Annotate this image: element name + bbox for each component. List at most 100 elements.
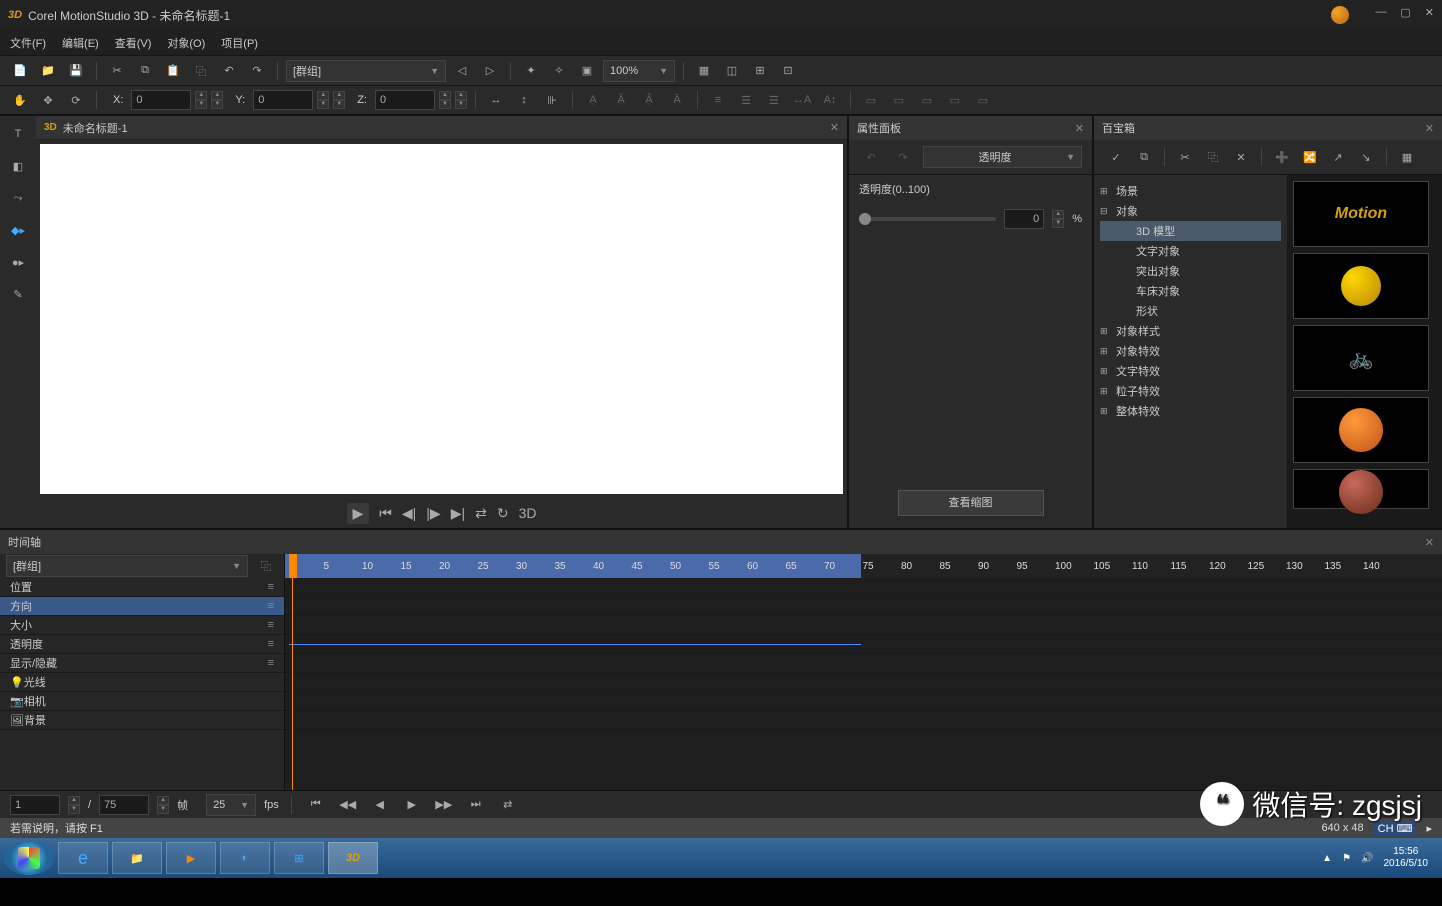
tree-obj-fx[interactable]: ⊞对象特效 bbox=[1100, 341, 1281, 361]
playhead[interactable] bbox=[289, 554, 297, 578]
thumbnail-4[interactable] bbox=[1293, 397, 1429, 463]
menu-view[interactable]: 查看(V) bbox=[115, 35, 152, 51]
track-light[interactable]: 💡 光线 bbox=[0, 673, 284, 692]
txt4-icon[interactable]: Ā bbox=[665, 89, 689, 111]
tree-global-fx[interactable]: ⊞整体特效 bbox=[1100, 401, 1281, 421]
frame-spinner[interactable]: ▲▼ bbox=[68, 796, 80, 814]
timeline-tracks-area[interactable]: 1510152025303540455055606570758085909510… bbox=[285, 554, 1442, 790]
close-button[interactable]: ✕ bbox=[1425, 6, 1434, 24]
property-dropdown[interactable]: 透明度 ▼ bbox=[923, 146, 1082, 168]
tray-datetime[interactable]: 15:56 2016/5/10 bbox=[1384, 846, 1429, 870]
txt1-icon[interactable]: Ạ bbox=[581, 89, 605, 111]
prop-redo-icon[interactable]: ↷ bbox=[891, 146, 915, 168]
track-direction[interactable]: 方向≡ bbox=[0, 597, 284, 616]
menu-object[interactable]: 对象(O) bbox=[167, 35, 205, 51]
align-l-icon[interactable]: ≡ bbox=[706, 89, 730, 111]
layer2-icon[interactable]: ▭ bbox=[887, 89, 911, 111]
tray-battery-icon[interactable]: ⚑ bbox=[1342, 853, 1351, 864]
layer5-icon[interactable]: ▭ bbox=[971, 89, 995, 111]
thumbnail-1[interactable]: Motion bbox=[1293, 181, 1429, 247]
3d-toggle[interactable]: 3D bbox=[519, 505, 537, 521]
path-tool[interactable]: ⤳ bbox=[4, 186, 32, 210]
tl-btn1[interactable]: ⏮ bbox=[304, 794, 328, 816]
y-spinner[interactable]: ▲▼ bbox=[317, 91, 329, 109]
edit-tool[interactable]: ✎ bbox=[4, 282, 32, 306]
thumbnail-5[interactable] bbox=[1293, 469, 1429, 509]
undo-button[interactable]: ↶ bbox=[217, 60, 241, 82]
panel1-button[interactable]: ▦ bbox=[692, 60, 716, 82]
move-tool[interactable]: ✥ bbox=[36, 89, 60, 111]
align-icon[interactable]: ⊪ bbox=[540, 89, 564, 111]
tree-scene[interactable]: ⊞场景 bbox=[1100, 181, 1281, 201]
group-dropdown[interactable]: [群组] ▼ bbox=[286, 60, 446, 82]
txt2-icon[interactable]: Ặ bbox=[609, 89, 633, 111]
opacity-input[interactable]: 0 bbox=[1004, 209, 1044, 229]
track-camera[interactable]: 📷 相机 bbox=[0, 692, 284, 711]
add-icon[interactable]: ➕ bbox=[1270, 146, 1294, 168]
txt3-icon[interactable]: Ậ bbox=[637, 89, 661, 111]
shape-tool[interactable]: ◧ bbox=[4, 154, 32, 178]
track-showhide[interactable]: 显示/隐藏≡ bbox=[0, 654, 284, 673]
play-button[interactable]: ▶ bbox=[347, 503, 370, 524]
timeline-ruler[interactable]: 1510152025303540455055606570758085909510… bbox=[285, 554, 1442, 578]
loop-button[interactable]: ⇄ bbox=[475, 505, 487, 522]
duplicate-button[interactable]: ⿻ bbox=[189, 60, 213, 82]
track-opacity[interactable]: 透明度≡ bbox=[0, 635, 284, 654]
spacing2-icon[interactable]: A↕ bbox=[818, 89, 842, 111]
play2-button[interactable]: |▶ bbox=[426, 505, 440, 522]
viewport-close[interactable]: ✕ bbox=[830, 121, 839, 134]
diamond-tool[interactable]: ◆▸ bbox=[4, 218, 32, 242]
align-r-icon[interactable]: ☰ bbox=[762, 89, 786, 111]
text-tool[interactable]: T bbox=[4, 122, 32, 146]
zoom-dropdown[interactable]: 100% ▼ bbox=[603, 60, 675, 82]
sphere-tool[interactable]: ●▸ bbox=[4, 250, 32, 274]
prop-undo-icon[interactable]: ↶ bbox=[859, 146, 883, 168]
save-button[interactable]: 💾 bbox=[64, 60, 88, 82]
z-spinner[interactable]: ▲▼ bbox=[439, 91, 451, 109]
rotate-tool[interactable]: ⟳ bbox=[64, 89, 88, 111]
cut-button[interactable]: ✂ bbox=[105, 60, 129, 82]
flip-h-icon[interactable]: ↔ bbox=[484, 89, 508, 111]
opacity-slider[interactable] bbox=[859, 217, 996, 221]
x-spinner[interactable]: ▲▼ bbox=[195, 91, 207, 109]
redo-button[interactable]: ↷ bbox=[245, 60, 269, 82]
spacing-icon[interactable]: ↔A bbox=[790, 89, 814, 111]
hand-tool[interactable]: ✋ bbox=[8, 89, 32, 111]
x-spinner2[interactable]: ▲▼ bbox=[211, 91, 223, 109]
tree-shape[interactable]: 形状 bbox=[1100, 301, 1281, 321]
panel3-button[interactable]: ⊞ bbox=[748, 60, 772, 82]
layer1-icon[interactable]: ▭ bbox=[859, 89, 883, 111]
canvas[interactable] bbox=[40, 144, 843, 494]
status-arrow[interactable]: ▸ bbox=[1426, 822, 1432, 835]
taskbar-app2[interactable]: ⊞ bbox=[274, 842, 324, 874]
prev-frame-button[interactable]: ◀| bbox=[402, 505, 416, 522]
opacity-spinner[interactable]: ▲▼ bbox=[1052, 210, 1064, 228]
timeline-layers-icon[interactable]: ⿻ bbox=[254, 555, 278, 577]
export-icon[interactable]: ↗ bbox=[1326, 146, 1350, 168]
maximize-button[interactable]: ▢ bbox=[1400, 6, 1410, 24]
fps-dropdown[interactable]: 25▼ bbox=[206, 794, 256, 816]
align-c-icon[interactable]: ☰ bbox=[734, 89, 758, 111]
timeline-group-dropdown[interactable]: [群组]▼ bbox=[6, 555, 248, 577]
tree-particle-fx[interactable]: ⊞粒子特效 bbox=[1100, 381, 1281, 401]
tray-volume-icon[interactable]: 🔊 bbox=[1361, 853, 1373, 864]
copy2-icon[interactable]: ⧉ bbox=[1132, 146, 1156, 168]
menu-project[interactable]: 项目(P) bbox=[221, 35, 258, 51]
track-position[interactable]: 位置≡ bbox=[0, 578, 284, 597]
flip-v-icon[interactable]: ↕ bbox=[512, 89, 536, 111]
paste-button[interactable]: 📋 bbox=[161, 60, 185, 82]
panel4-button[interactable]: ⊡ bbox=[776, 60, 800, 82]
import-icon[interactable]: ↘ bbox=[1354, 146, 1378, 168]
tree-text-fx[interactable]: ⊞文字特效 bbox=[1100, 361, 1281, 381]
check-icon[interactable]: ✓ bbox=[1104, 146, 1128, 168]
layer3-icon[interactable]: ▭ bbox=[915, 89, 939, 111]
panel2-button[interactable]: ◫ bbox=[720, 60, 744, 82]
view-thumbnail-button[interactable]: 查看缩图 bbox=[898, 490, 1044, 516]
thumbnail-2[interactable] bbox=[1293, 253, 1429, 319]
tree-3d-model[interactable]: 3D 模型 bbox=[1100, 221, 1281, 241]
tl-btn6[interactable]: ⏭ bbox=[464, 794, 488, 816]
tl-btn5[interactable]: ▶▶ bbox=[432, 794, 456, 816]
track-bg[interactable]: 🖼 背景 bbox=[0, 711, 284, 730]
dup2-icon[interactable]: ⿻ bbox=[1201, 146, 1225, 168]
next-obj-button[interactable]: ▷ bbox=[478, 60, 502, 82]
